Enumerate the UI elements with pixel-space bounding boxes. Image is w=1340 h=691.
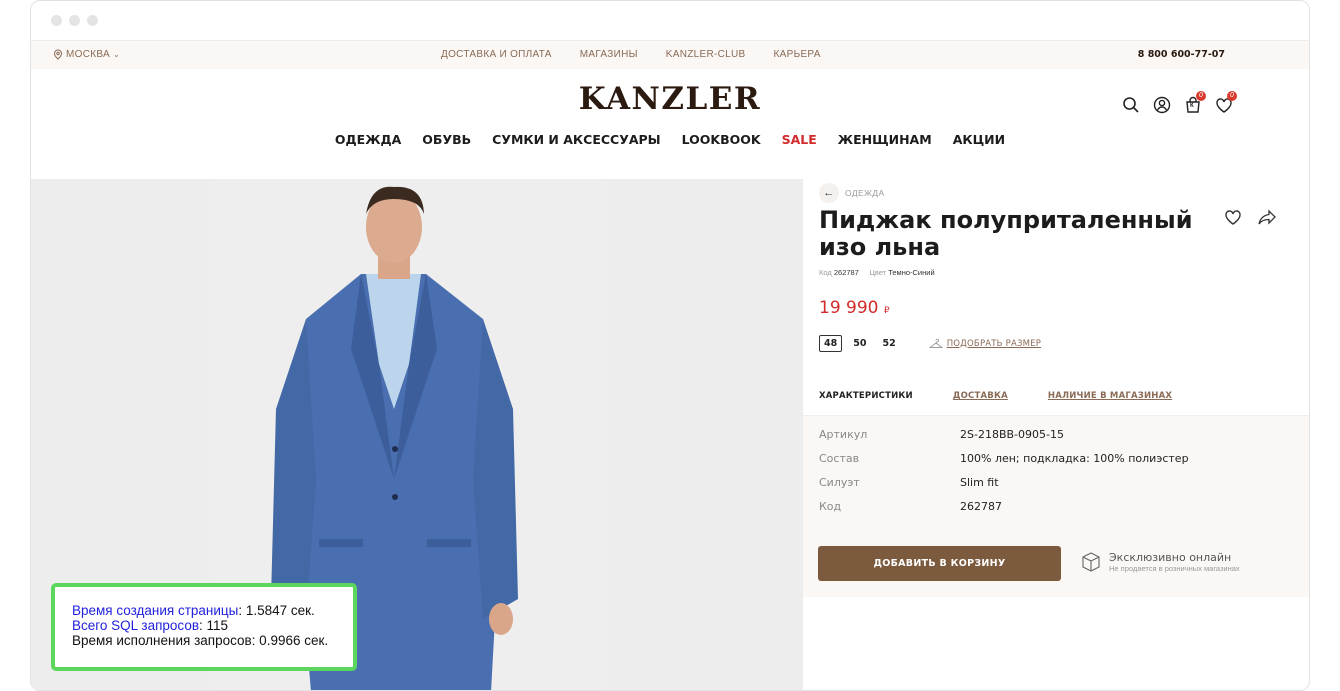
favorites-icon[interactable]: 0 (1214, 91, 1237, 115)
price-value: 19 990 (819, 298, 879, 318)
header-icons: К 0 0 (1121, 91, 1237, 115)
product-details: ← ОДЕЖДА Пиджак полуприталенный изо льна… (803, 179, 1309, 690)
size-option-52[interactable]: 52 (877, 335, 900, 352)
favorites-badge: 0 (1227, 91, 1237, 101)
top-nav: ДОСТАВКА И ОПЛАТА МАГАЗИНЫ KANZLER-CLUB … (441, 49, 821, 60)
spec-key: Силуэт (819, 476, 860, 489)
cart-icon[interactable]: К 0 (1183, 91, 1206, 115)
exclusive-subtitle: Не продается в розничных магазинах (1109, 564, 1240, 573)
currency-sign: ₽ (883, 306, 890, 316)
nav-women[interactable]: ЖЕНЩИНАМ (838, 132, 932, 147)
back-arrow-icon[interactable]: ← (819, 183, 839, 203)
cart-letter: К (1190, 103, 1194, 109)
browser-window: МОСКВА ⌄ ДОСТАВКА И ОПЛАТА МАГАЗИНЫ KANZ… (30, 0, 1310, 691)
size-guide-label: ПОДОБРАТЬ РАЗМЕР (946, 338, 1042, 349)
product-actions (1223, 207, 1277, 232)
location-pin-icon (53, 49, 63, 60)
nav-shoes[interactable]: ОБУВЬ (422, 132, 471, 147)
city-label: МОСКВА (66, 49, 110, 60)
nav-promotions[interactable]: АКЦИИ (953, 132, 1005, 147)
window-chrome (31, 1, 1309, 41)
top-bar: МОСКВА ⌄ ДОСТАВКА И ОПЛАТА МАГАЗИНЫ KANZ… (31, 41, 1309, 69)
search-icon[interactable] (1121, 95, 1141, 115)
spec-row: Силуэт Slim fit (819, 476, 999, 489)
product-title: Пиджак полуприталенный изо льна (819, 206, 1193, 261)
product-price: 19 990 ₽ (819, 298, 890, 318)
breadcrumb-label[interactable]: ОДЕЖДА (845, 188, 885, 198)
spec-row: Состав 100% лен; подкладка: 100% полиэсте… (819, 452, 1189, 465)
tab-characteristics[interactable]: ХАРАКТЕРИСТИКИ (819, 391, 913, 401)
site-logo[interactable]: KANZLER (31, 81, 1309, 117)
box-icon (1082, 552, 1100, 572)
chevron-down-icon: ⌄ (112, 50, 120, 59)
add-to-cart-button[interactable]: ДОБАВИТЬ В КОРЗИНУ (818, 546, 1061, 581)
spec-key: Артикул (819, 428, 868, 441)
size-option-48[interactable]: 48 (819, 335, 843, 352)
topnav-career[interactable]: КАРЬЕРА (774, 49, 821, 60)
debug-page-time-value: : 1.5847 сек. (238, 603, 315, 618)
product-tabs: ХАРАКТЕРИСТИКИ ДОСТАВКА НАЛИЧИЕ В МАГАЗИ… (819, 391, 1172, 401)
code-label: Код (819, 268, 832, 277)
spec-value: 2S-218BB-0905-15 (960, 428, 1064, 441)
spec-value: 100% лен; подкладка: 100% полиэстер (960, 452, 1189, 465)
window-zoom-button[interactable] (87, 15, 98, 26)
tab-delivery[interactable]: ДОСТАВКА (953, 391, 1008, 401)
breadcrumb[interactable]: ← ОДЕЖДА (819, 183, 885, 203)
nav-lookbook[interactable]: LOOKBOOK (682, 132, 761, 147)
topnav-club[interactable]: KANZLER-CLUB (666, 49, 746, 60)
debug-page-time: Время создания страницы: 1.5847 сек. (72, 603, 353, 618)
size-option-50[interactable]: 50 (848, 335, 871, 352)
product-meta: Код 262787 Цвет Темно-Синий (819, 268, 935, 277)
size-guide-link[interactable]: ПОДОБРАТЬ РАЗМЕР (928, 338, 1042, 349)
spec-value: 262787 (960, 500, 1002, 513)
color-value: Темно-Синий (888, 268, 935, 277)
exclusive-title: Эксклюзивно онлайн (1109, 551, 1232, 564)
debug-page-time-link[interactable]: Время создания страницы (72, 603, 238, 618)
debug-exec-time: Время исполнения запросов: 0.9966 сек. (72, 633, 329, 648)
cart-badge: 0 (1196, 91, 1206, 101)
debug-sql-count: Всего SQL запросов: 115 (72, 618, 353, 633)
code-value: 262787 (833, 268, 859, 277)
spec-row: Код 262787 (819, 500, 1002, 513)
exclusive-online-note: Эксклюзивно онлайн Не продается в рознич… (1079, 550, 1240, 574)
city-selector[interactable]: МОСКВА ⌄ (53, 49, 120, 60)
product-photo[interactable]: Время создания страницы: 1.5847 сек. Все… (31, 179, 803, 690)
spec-key: Код (819, 500, 842, 513)
window-minimize-button[interactable] (69, 15, 80, 26)
debug-sql-count-value: : 115 (199, 618, 229, 633)
spec-row: Артикул 2S-218BB-0905-15 (819, 428, 1064, 441)
debug-info-panel: Время создания страницы: 1.5847 сек. Все… (51, 583, 357, 671)
phone-number[interactable]: 8 800 600-77-07 (1138, 49, 1225, 60)
spec-key: Состав (819, 452, 860, 465)
topnav-stores[interactable]: МАГАЗИНЫ (580, 49, 638, 60)
topnav-delivery[interactable]: ДОСТАВКА И ОПЛАТА (441, 49, 552, 60)
hanger-icon (928, 338, 943, 348)
add-to-favorites-icon[interactable] (1223, 207, 1243, 232)
nav-sale[interactable]: SALE (782, 132, 817, 147)
specs-table: Артикул 2S-218BB-0905-15 Состав 100% лен; … (803, 415, 1309, 533)
color-label: Цвет (869, 268, 887, 277)
share-icon[interactable] (1257, 207, 1277, 232)
debug-sql-count-link[interactable]: Всего SQL запросов (72, 618, 199, 633)
nav-bags-accessories[interactable]: СУМКИ И АКСЕССУАРЫ (492, 132, 660, 147)
nav-clothing[interactable]: ОДЕЖДА (335, 132, 401, 147)
main-nav: ОДЕЖДА ОБУВЬ СУМКИ И АКСЕССУАРЫ LOOKBOOK… (31, 132, 1309, 147)
size-selector: 48 50 52 ПОДОБРАТЬ РАЗМЕР (819, 335, 1041, 352)
spec-value: Slim fit (960, 476, 999, 489)
account-icon[interactable] (1152, 95, 1172, 115)
window-close-button[interactable] (51, 15, 62, 26)
tab-store-availability[interactable]: НАЛИЧИЕ В МАГАЗИНАХ (1048, 391, 1172, 401)
cart-bar: ДОБАВИТЬ В КОРЗИНУ Эксклюзивно онлайн Не… (803, 533, 1309, 597)
